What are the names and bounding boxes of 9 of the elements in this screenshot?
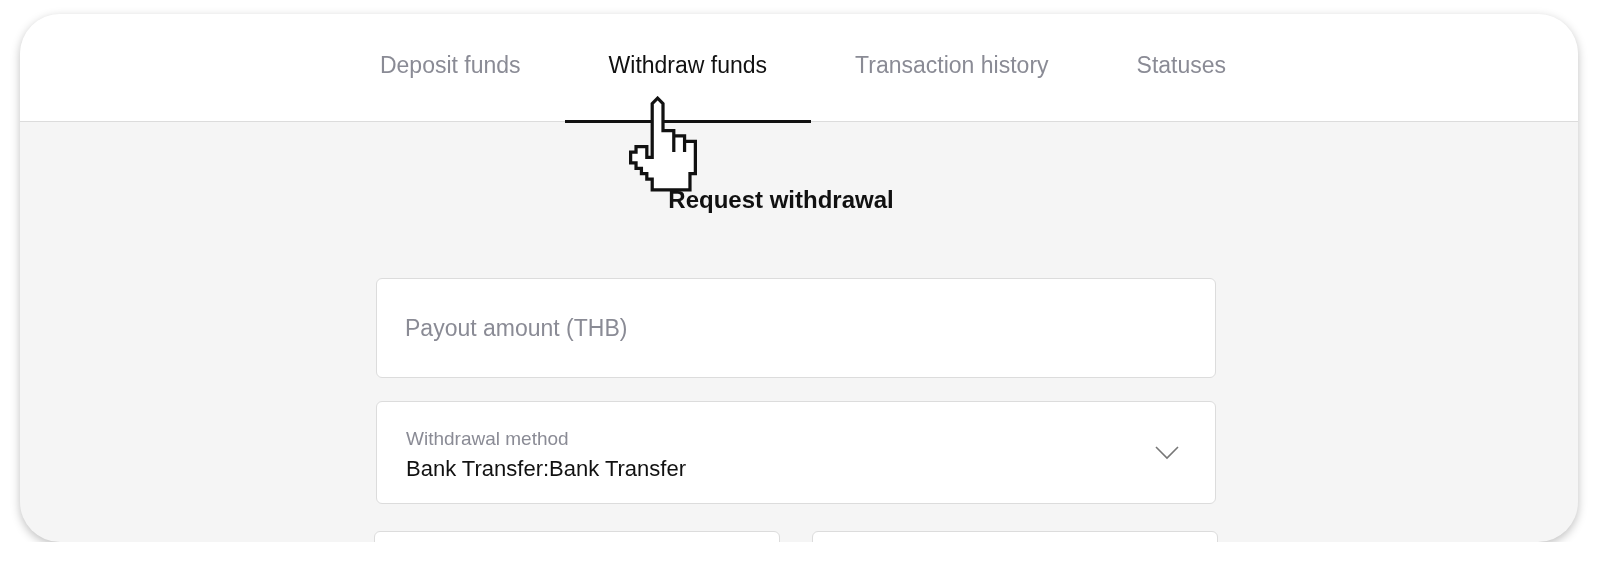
field-value: Bank Transfer:Bank Transfer [406, 455, 687, 482]
tab[interactable]: Transaction history [811, 14, 1093, 122]
dropdown-field[interactable]: Withdrawal method Bank Transfer:Bank Transfer [376, 401, 1216, 504]
form-title: Request withdrawal [668, 186, 894, 214]
input-field[interactable]: Payout amount (THB) [376, 278, 1216, 378]
tab[interactable]: Statuses [1092, 14, 1271, 122]
tab[interactable]: Deposit funds [335, 14, 565, 122]
field-label: Withdrawal method [406, 427, 570, 450]
chevron-down-icon [1155, 445, 1179, 460]
